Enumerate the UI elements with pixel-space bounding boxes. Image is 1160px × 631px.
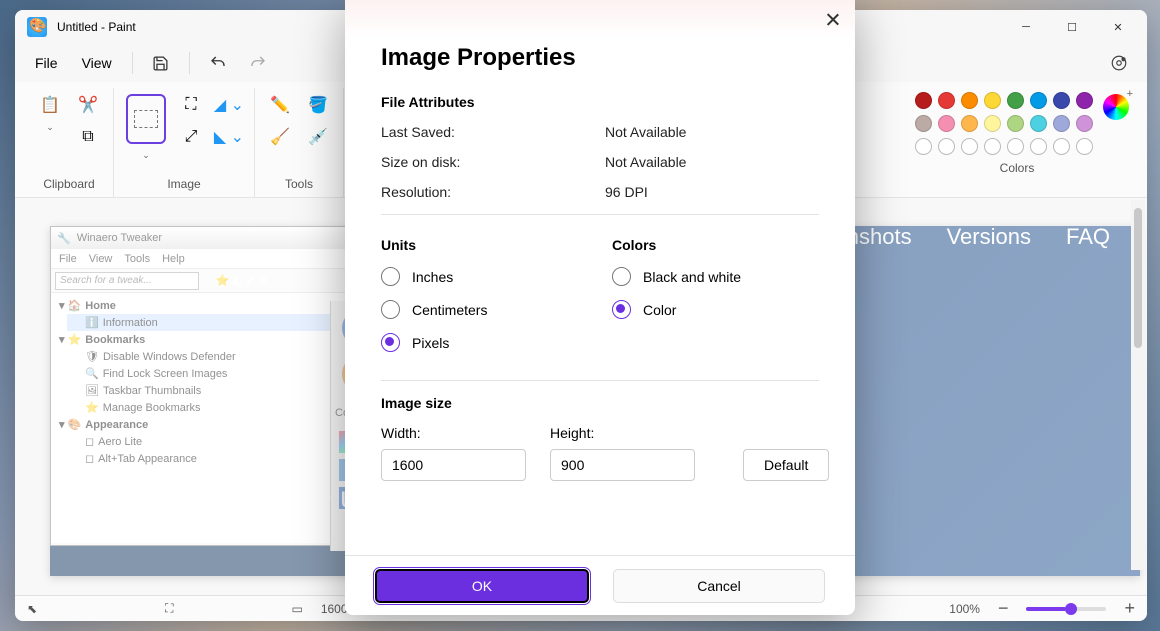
radio-pixels[interactable]: Pixels (381, 333, 588, 352)
color-swatch[interactable] (984, 138, 1001, 155)
color-swatch[interactable] (1030, 138, 1047, 155)
file-menu[interactable]: File (25, 51, 68, 75)
redo-icon[interactable] (240, 47, 276, 79)
color-swatch[interactable] (938, 138, 955, 155)
color-swatch[interactable] (938, 92, 955, 109)
color-swatch[interactable] (1053, 115, 1070, 132)
color-swatch[interactable] (1076, 92, 1093, 109)
file-attr-heading: File Attributes (381, 94, 819, 110)
color-swatch[interactable] (961, 138, 978, 155)
color-swatch[interactable] (1030, 115, 1047, 132)
app-icon (27, 17, 47, 37)
undo-icon[interactable] (200, 47, 236, 79)
crop-icon[interactable]: ⛶ (174, 90, 208, 120)
cursor-icon: ⬉ (27, 602, 37, 616)
height-label: Height: (550, 425, 695, 441)
image-size-heading: Image size (381, 395, 819, 411)
image-properties-dialog: Image Properties File Attributes Last Sa… (345, 0, 855, 615)
units-heading: Units (381, 237, 588, 253)
radio-centimeters[interactable]: Centimeters (381, 300, 588, 319)
paste-dropdown[interactable]: ⌄ (33, 122, 67, 133)
ok-button[interactable]: OK (375, 569, 589, 603)
image-label: Image (167, 171, 200, 197)
color-swatch[interactable] (961, 115, 978, 132)
color-swatches (915, 92, 1093, 155)
color-swatch[interactable] (1007, 115, 1024, 132)
width-label: Width: (381, 425, 526, 441)
color-swatch[interactable] (938, 115, 955, 132)
minimize-button[interactable]: ─ (1003, 11, 1049, 43)
color-swatch[interactable] (984, 115, 1001, 132)
window-title: Untitled - Paint (57, 20, 136, 34)
fill-icon[interactable]: 🪣 (301, 90, 335, 120)
zoom-in[interactable]: + (1124, 598, 1135, 619)
close-window-button[interactable]: ✕ (1095, 11, 1141, 43)
cut-icon[interactable]: ✂️ (71, 90, 105, 120)
rotate-icon[interactable]: ◢ ⌄ (212, 90, 246, 120)
vertical-scrollbar[interactable] (1131, 200, 1145, 570)
color-swatch[interactable] (1076, 138, 1093, 155)
edit-colors-icon[interactable] (1103, 94, 1129, 120)
radio-color[interactable]: Color (612, 300, 819, 319)
clipboard-label: Clipboard (43, 171, 94, 197)
close-icon[interactable] (825, 12, 841, 28)
select-tool[interactable] (126, 94, 166, 144)
picker-icon[interactable]: 💉 (301, 122, 335, 152)
zoom-out[interactable]: − (998, 598, 1009, 619)
radio-bw[interactable]: Black and white (612, 267, 819, 286)
eraser-icon[interactable]: 🧹 (263, 122, 297, 152)
view-menu[interactable]: View (72, 51, 122, 75)
dims-icon: ▭ (291, 602, 302, 616)
cancel-button[interactable]: Cancel (613, 569, 825, 603)
color-swatch[interactable] (1030, 92, 1047, 109)
zoom-slider[interactable] (1026, 607, 1106, 611)
select-dropdown[interactable]: ⌄ (142, 150, 150, 161)
flip-icon[interactable]: ◣ ⌄ (212, 122, 246, 152)
default-button[interactable]: Default (743, 449, 829, 481)
width-input[interactable] (381, 449, 526, 481)
save-icon[interactable] (143, 47, 179, 79)
color-swatch[interactable] (915, 115, 932, 132)
color-swatch[interactable] (915, 92, 932, 109)
colors-label: Colors (1000, 155, 1035, 181)
tools-label: Tools (285, 171, 313, 197)
color-swatch[interactable] (915, 138, 932, 155)
color-swatch[interactable] (1053, 92, 1070, 109)
settings-icon[interactable] (1101, 45, 1137, 81)
height-input[interactable] (550, 449, 695, 481)
color-swatch[interactable] (961, 92, 978, 109)
copy-icon[interactable]: ⧉ (71, 122, 105, 152)
dialog-title: Image Properties (381, 44, 819, 72)
color-swatch[interactable] (1053, 138, 1070, 155)
color-swatch[interactable] (1076, 115, 1093, 132)
zoom-value: 100% (949, 602, 980, 616)
maximize-button[interactable]: ☐ (1049, 11, 1095, 43)
selection-icon: ⛶ (165, 601, 173, 616)
colors-heading: Colors (612, 237, 819, 253)
resize-icon[interactable]: ⤢ (174, 122, 208, 152)
color-swatch[interactable] (984, 92, 1001, 109)
paste-icon[interactable]: 📋 (33, 90, 67, 120)
color-swatch[interactable] (1007, 92, 1024, 109)
color-swatch[interactable] (1007, 138, 1024, 155)
pencil-icon[interactable]: ✏️ (263, 90, 297, 120)
radio-inches[interactable]: Inches (381, 267, 588, 286)
